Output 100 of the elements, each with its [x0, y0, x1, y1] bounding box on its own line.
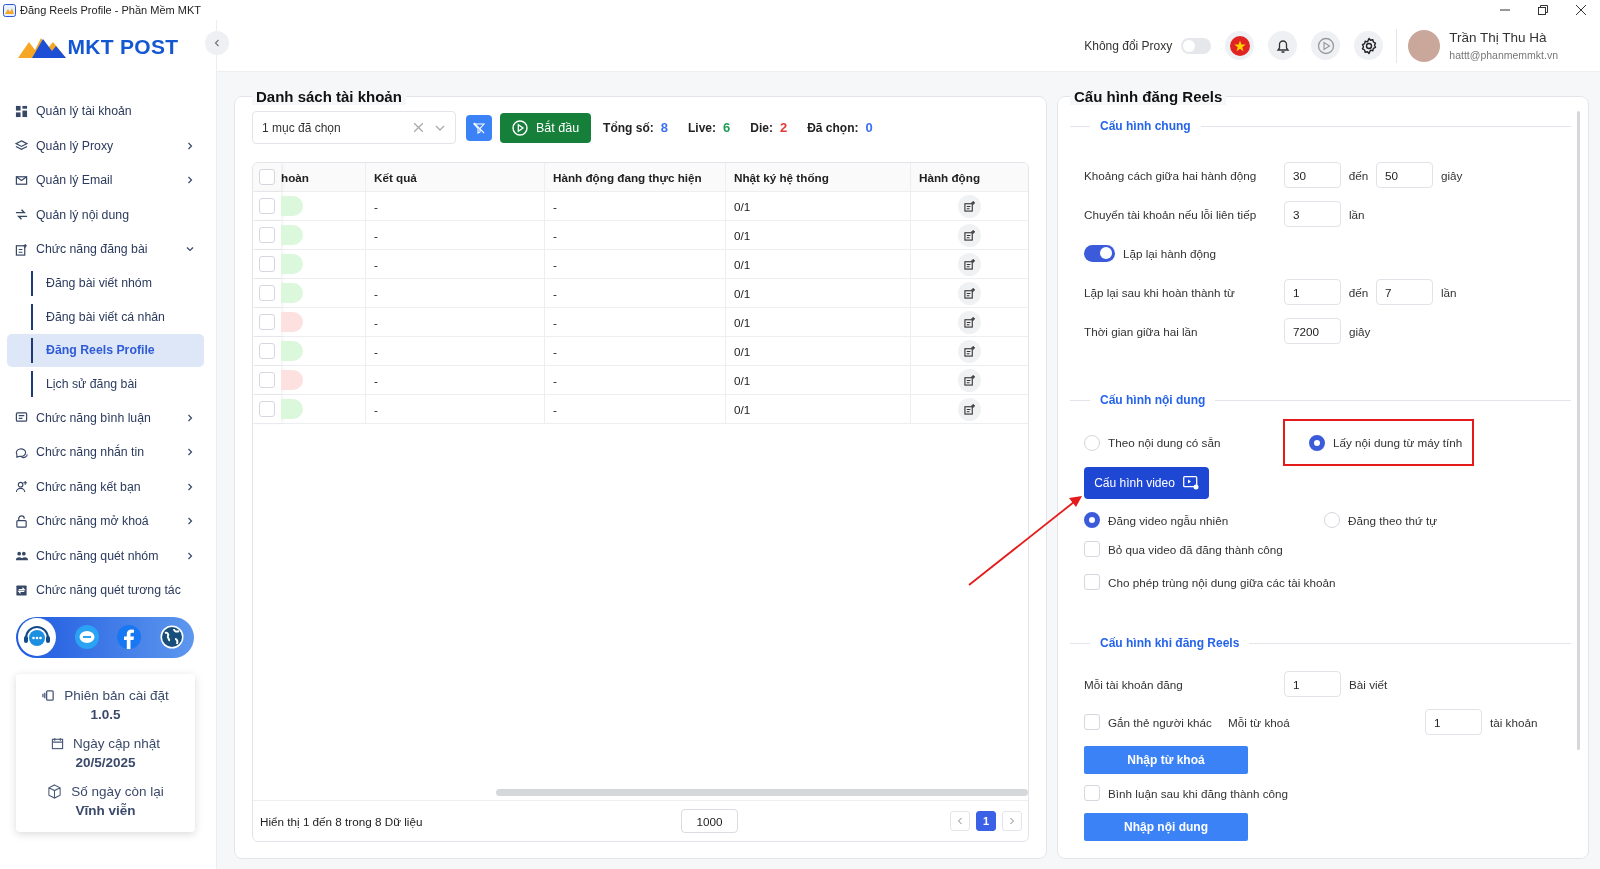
sidebar-item[interactable]: Quản lý Proxy [0, 128, 216, 163]
number-field[interactable]: 1 [1284, 279, 1341, 305]
layers-icon [15, 139, 28, 153]
import-content-button[interactable]: Nhập nội dung [1084, 813, 1248, 841]
row-checkbox[interactable] [259, 343, 275, 359]
page-size-field[interactable]: 1000 [681, 809, 738, 833]
row-checkbox[interactable] [259, 314, 275, 330]
sidebar-item[interactable]: Chức năng bình luận [0, 400, 216, 435]
sidebar-subitem[interactable]: Đăng Reels Profile [7, 333, 204, 367]
radio-button[interactable] [1309, 434, 1325, 451]
sidebar-item[interactable]: Chức năng nhắn tin [0, 435, 216, 470]
table-cell: - [544, 220, 726, 250]
row-action-button[interactable] [958, 368, 981, 392]
row-action-button[interactable] [958, 339, 981, 363]
chat-bubble-icon[interactable] [74, 625, 99, 649]
column-header: Hành động [910, 163, 1028, 192]
avatar[interactable] [1408, 29, 1441, 62]
checkbox[interactable] [1084, 785, 1100, 801]
clear-icon[interactable] [414, 123, 423, 132]
collapse-button[interactable] [205, 31, 229, 55]
row-action-button[interactable] [958, 310, 981, 334]
flag-button[interactable] [1225, 31, 1255, 60]
stat-value: 6 [723, 120, 731, 135]
checkbox-label: Cho phép trùng nội dung giữa các tài khoản [1108, 575, 1336, 589]
add-post-icon [964, 229, 975, 241]
horizontal-scrollbar[interactable] [496, 789, 1028, 796]
number-field[interactable]: 3 [1284, 201, 1341, 227]
facebook-icon[interactable] [117, 625, 142, 649]
checkbox[interactable] [1084, 574, 1100, 590]
box-icon [47, 783, 63, 799]
notification-button[interactable] [1268, 31, 1298, 60]
previous-page-button[interactable] [950, 811, 970, 831]
clear-filter-button[interactable] [466, 114, 492, 141]
number-field[interactable]: 1 [1284, 671, 1341, 697]
row-action-button[interactable] [958, 397, 981, 421]
repeat-switch[interactable] [1084, 244, 1115, 262]
field-label: Mỗi tài khoản đăng [1084, 677, 1184, 691]
table-cell: - [544, 365, 726, 395]
row-checkbox[interactable] [259, 256, 275, 272]
number-field[interactable]: 1 [1425, 709, 1482, 735]
sidebar-item[interactable]: Chức năng kết bạn [0, 469, 216, 504]
video-config-button[interactable]: Cấu hình video [1084, 467, 1209, 499]
proxy-label: Không đổi Proxy [1084, 38, 1173, 53]
sidebar-item[interactable]: Chức năng mở khoá [0, 504, 216, 539]
row-action-button[interactable] [958, 281, 981, 305]
add-post-icon [964, 258, 975, 270]
row-action-button[interactable] [958, 223, 981, 247]
settings-button[interactable] [1354, 31, 1384, 60]
sidebar-subitem[interactable]: Lịch sử đăng bài [7, 367, 204, 401]
field-label: Khoảng cách giữa hai hành động [1084, 168, 1258, 182]
row-checkbox[interactable] [259, 227, 275, 243]
table-cell: - [365, 220, 545, 250]
stat-label: Live: [688, 120, 716, 135]
checkbox[interactable] [1084, 541, 1100, 557]
add-post-icon [964, 403, 975, 415]
switch-label: Lặp lại hành động [1123, 246, 1216, 260]
close-icon[interactable] [1576, 5, 1586, 15]
next-page-button[interactable] [1002, 811, 1022, 831]
comment-icon [15, 411, 28, 425]
sidebar-item[interactable]: Chức năng quét nhóm [0, 538, 216, 573]
account-select[interactable]: 1 mục đã chọn [252, 111, 456, 144]
range-joiner: đến [1347, 285, 1370, 299]
number-field[interactable]: 30 [1284, 162, 1341, 188]
table-cell: - [365, 307, 545, 337]
select-all-checkbox[interactable] [259, 169, 275, 185]
restore-icon[interactable] [1538, 5, 1548, 15]
import-keywords-button[interactable]: Nhập từ khoá [1084, 746, 1248, 774]
sidebar-item[interactable]: Quản lý nội dung [0, 197, 216, 232]
row-action-button[interactable] [958, 194, 981, 218]
logo-text: MKT POST [67, 35, 179, 59]
row-checkbox[interactable] [259, 198, 275, 214]
checkbox[interactable] [1084, 714, 1100, 730]
start-button[interactable]: Bắt đầu [500, 112, 592, 143]
sidebar-item[interactable]: Quản lý Email [0, 163, 216, 198]
globe-icon[interactable] [159, 625, 184, 649]
add-post-icon [964, 345, 975, 357]
row-action-button[interactable] [958, 252, 981, 276]
checkbox-label: Bình luận sau khi đăng thành công [1108, 786, 1288, 800]
proxy-toggle[interactable] [1181, 37, 1212, 54]
user-email: hattt@phanmemmkt.vn [1449, 49, 1558, 61]
info-value: Vĩnh viễn [75, 802, 136, 818]
row-checkbox[interactable] [259, 401, 275, 417]
row-checkbox[interactable] [259, 372, 275, 388]
row-checkbox[interactable] [259, 285, 275, 301]
sidebar-item[interactable]: Quản lý tài khoản [0, 94, 216, 129]
chevron-down-icon [435, 124, 445, 131]
page-button[interactable]: 1 [976, 811, 996, 831]
radio-button[interactable] [1084, 512, 1100, 528]
support-icon[interactable] [18, 618, 56, 656]
sidebar-item[interactable]: Chức năng quét tương tác [0, 573, 216, 608]
sidebar-subitem[interactable]: Đăng bài viết nhóm [7, 266, 204, 300]
add-post-icon [964, 200, 975, 212]
number-field[interactable]: 50 [1376, 162, 1433, 188]
vertical-scrollbar[interactable] [1577, 111, 1580, 750]
chevron-right-icon [1009, 817, 1015, 825]
sidebar-item[interactable]: Chức năng đăng bài [0, 232, 216, 267]
sidebar-subitem[interactable]: Đăng bài viết cá nhân [7, 300, 204, 334]
number-field[interactable]: 7 [1376, 279, 1433, 305]
number-field[interactable]: 7200 [1284, 318, 1341, 344]
play-button[interactable] [1311, 31, 1341, 60]
